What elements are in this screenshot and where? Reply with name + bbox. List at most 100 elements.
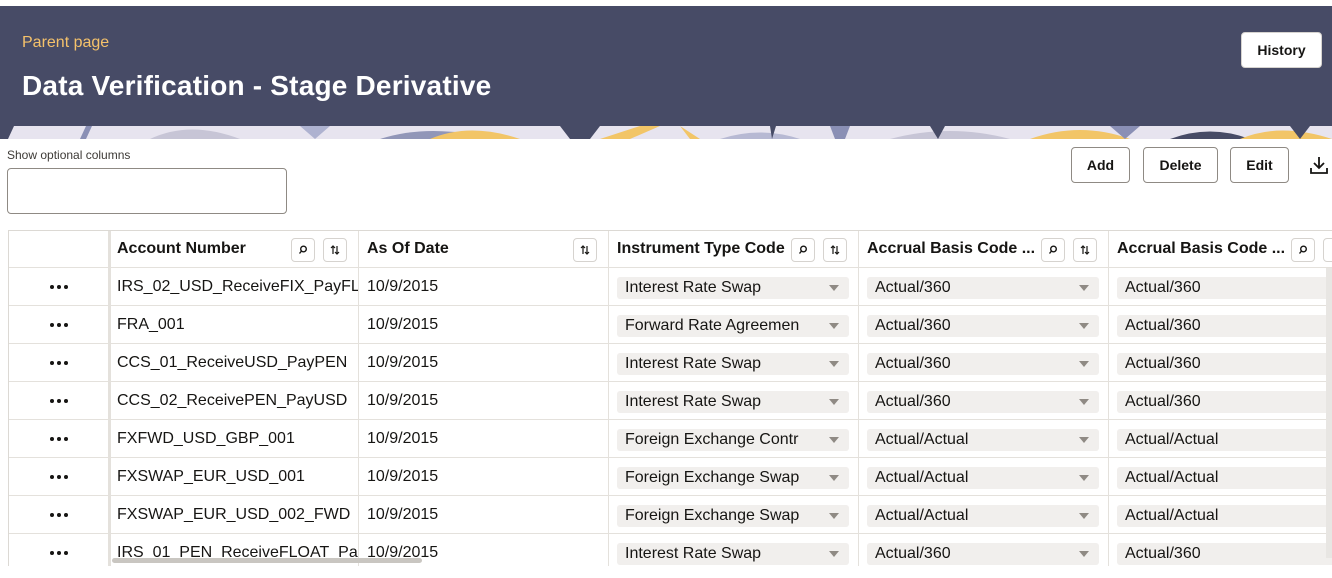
row-actions-button[interactable] xyxy=(9,496,109,533)
accrual-basis-select[interactable]: Actual/Actual xyxy=(1117,429,1332,451)
accrual-basis-select[interactable]: Actual/360 xyxy=(1117,391,1332,413)
table-row[interactable]: FRA_001 10/9/2015 Forward Rate Agreemen … xyxy=(9,306,1332,344)
instrument-type-select[interactable]: Interest Rate Swap xyxy=(617,353,849,375)
chevron-down-icon xyxy=(819,437,849,443)
cell-accrual-basis-code-2: Actual/Actual xyxy=(1109,496,1332,533)
cell-instrument-type-code: Interest Rate Swap xyxy=(609,268,859,305)
accrual-basis-select[interactable]: Actual/Actual xyxy=(867,505,1099,527)
sort-icon[interactable] xyxy=(1323,238,1332,262)
header-as-of-date[interactable]: As Of Date xyxy=(359,231,609,267)
cell-accrual-basis-code-2: Actual/360 xyxy=(1109,306,1332,343)
cell-account-number: IRS_02_USD_ReceiveFIX_PayFL xyxy=(109,268,359,305)
header-account-number[interactable]: Account Number xyxy=(109,231,359,267)
header-instrument-type-code[interactable]: Instrument Type Code xyxy=(609,231,859,267)
select-value: Actual/360 xyxy=(1125,317,1201,334)
instrument-type-select[interactable]: Interest Rate Swap xyxy=(617,391,849,413)
row-actions-button[interactable] xyxy=(9,534,109,566)
row-actions-button[interactable] xyxy=(9,382,109,419)
chevron-down-icon xyxy=(1069,399,1099,405)
page-title: Data Verification - Stage Derivative xyxy=(22,70,492,101)
table-row[interactable]: IRS_02_USD_ReceiveFIX_PayFL 10/9/2015 In… xyxy=(9,268,1332,306)
cell-accrual-basis-code-2: Actual/360 xyxy=(1109,344,1332,381)
filter-icon[interactable] xyxy=(791,238,815,262)
header-accrual-basis-code-1[interactable]: Accrual Basis Code ... xyxy=(859,231,1109,267)
page-header: Parent page Data Verification - Stage De… xyxy=(0,6,1332,126)
table-row[interactable]: FXSWAP_EUR_USD_001 10/9/2015 Foreign Exc… xyxy=(9,458,1332,496)
row-actions-button[interactable] xyxy=(9,458,109,495)
more-icon xyxy=(49,360,68,365)
select-value: Forward Rate Agreemen xyxy=(625,317,800,334)
cell-as-of-date: 10/9/2015 xyxy=(359,382,609,419)
decorative-banner xyxy=(0,126,1332,139)
edit-button[interactable]: Edit xyxy=(1230,147,1289,183)
frozen-column-divider xyxy=(108,231,111,566)
accrual-basis-select[interactable]: Actual/Actual xyxy=(867,467,1099,489)
row-actions-button[interactable] xyxy=(9,268,109,305)
instrument-type-select[interactable]: Interest Rate Swap xyxy=(617,277,849,299)
row-actions-button[interactable] xyxy=(9,344,109,381)
select-value: Actual/360 xyxy=(875,545,951,562)
cell-accrual-basis-code-1: Actual/360 xyxy=(859,534,1109,566)
cell-instrument-type-code: Foreign Exchange Swap xyxy=(609,458,859,495)
accrual-basis-select[interactable]: Actual/360 xyxy=(867,353,1099,375)
header-label: As Of Date xyxy=(367,240,449,257)
accrual-basis-select[interactable]: Actual/360 xyxy=(1117,543,1332,565)
cell-as-of-date: 10/9/2015 xyxy=(359,420,609,457)
table-row[interactable]: CCS_02_ReceivePEN_PayUSD 10/9/2015 Inter… xyxy=(9,382,1332,420)
cell-accrual-basis-code-1: Actual/Actual xyxy=(859,458,1109,495)
download-icon[interactable] xyxy=(1308,154,1330,176)
row-actions-button[interactable] xyxy=(9,306,109,343)
filter-icon[interactable] xyxy=(1291,238,1315,262)
more-icon xyxy=(49,284,68,289)
delete-button[interactable]: Delete xyxy=(1143,147,1218,183)
instrument-type-select[interactable]: Foreign Exchange Contr xyxy=(617,429,849,451)
history-button[interactable]: History xyxy=(1241,32,1322,68)
row-actions-button[interactable] xyxy=(9,420,109,457)
instrument-type-select[interactable]: Foreign Exchange Swap xyxy=(617,467,849,489)
table-row[interactable]: FXFWD_USD_GBP_001 10/9/2015 Foreign Exch… xyxy=(9,420,1332,458)
accrual-basis-select[interactable]: Actual/Actual xyxy=(1117,505,1332,527)
cell-accrual-basis-code-1: Actual/360 xyxy=(859,306,1109,343)
instrument-type-select[interactable]: Foreign Exchange Swap xyxy=(617,505,849,527)
cell-instrument-type-code: Foreign Exchange Contr xyxy=(609,420,859,457)
accrual-basis-select[interactable]: Actual/Actual xyxy=(1117,467,1332,489)
parent-page-link[interactable]: Parent page xyxy=(22,34,109,52)
optional-columns-input[interactable] xyxy=(7,168,287,214)
table-row[interactable]: CCS_01_ReceiveUSD_PayPEN 10/9/2015 Inter… xyxy=(9,344,1332,382)
header-accrual-basis-code-2[interactable]: Accrual Basis Code ... xyxy=(1109,231,1332,267)
instrument-type-select[interactable]: Forward Rate Agreemen xyxy=(617,315,849,337)
accrual-basis-select[interactable]: Actual/360 xyxy=(867,543,1099,565)
sort-icon[interactable] xyxy=(323,238,347,262)
accrual-basis-select[interactable]: Actual/360 xyxy=(867,277,1099,299)
sort-icon[interactable] xyxy=(1073,238,1097,262)
table-row[interactable]: FXSWAP_EUR_USD_002_FWD 10/9/2015 Foreign… xyxy=(9,496,1332,534)
data-table: Account Number As Of Date Instrument Typ… xyxy=(8,230,1332,566)
filter-icon[interactable] xyxy=(1041,238,1065,262)
accrual-basis-select[interactable]: Actual/360 xyxy=(1117,315,1332,337)
accrual-basis-select[interactable]: Actual/360 xyxy=(867,315,1099,337)
instrument-type-select[interactable]: Interest Rate Swap xyxy=(617,543,849,565)
accrual-basis-select[interactable]: Actual/360 xyxy=(1117,277,1332,299)
chevron-down-icon xyxy=(819,399,849,405)
more-icon xyxy=(49,322,68,327)
accrual-basis-select[interactable]: Actual/360 xyxy=(1117,353,1332,375)
add-button[interactable]: Add xyxy=(1071,147,1130,183)
sort-icon[interactable] xyxy=(823,238,847,262)
sort-icon[interactable] xyxy=(573,238,597,262)
filter-icon[interactable] xyxy=(291,238,315,262)
accrual-basis-select[interactable]: Actual/Actual xyxy=(867,429,1099,451)
vertical-scrollbar[interactable] xyxy=(1326,268,1332,558)
chevron-down-icon xyxy=(819,361,849,367)
chevron-down-icon xyxy=(1069,437,1099,443)
header-label: Accrual Basis Code ... xyxy=(1117,240,1286,257)
cell-instrument-type-code: Interest Rate Swap xyxy=(609,344,859,381)
select-value: Actual/Actual xyxy=(875,431,969,448)
select-value: Interest Rate Swap xyxy=(625,279,762,296)
select-value: Foreign Exchange Swap xyxy=(625,507,800,524)
select-value: Foreign Exchange Contr xyxy=(625,431,799,448)
horizontal-scrollbar[interactable] xyxy=(112,558,422,563)
chevron-down-icon xyxy=(1069,323,1099,329)
cell-account-number: CCS_01_ReceiveUSD_PayPEN xyxy=(109,344,359,381)
chevron-down-icon xyxy=(819,285,849,291)
accrual-basis-select[interactable]: Actual/360 xyxy=(867,391,1099,413)
